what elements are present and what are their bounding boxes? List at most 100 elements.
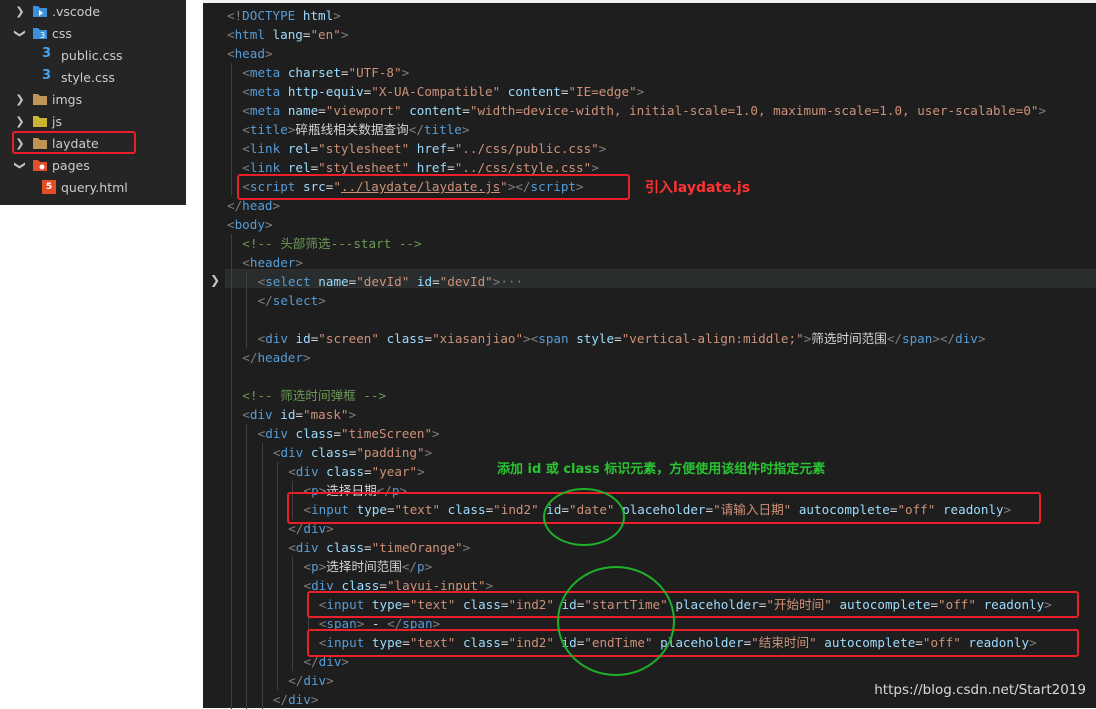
code-token: > bbox=[591, 160, 599, 175]
indent-guide bbox=[246, 272, 248, 348]
code-token: < bbox=[242, 103, 250, 118]
code-token: = bbox=[295, 407, 303, 422]
code-token: = bbox=[318, 103, 326, 118]
code-token: "year" bbox=[371, 464, 418, 479]
file-explorer: ❯ .vscode ❯ 3 css 3 public.css 3 style.c… bbox=[0, 0, 186, 205]
code-token: </ bbox=[886, 331, 903, 346]
tree-item-css[interactable]: ❯ 3 css bbox=[0, 22, 186, 44]
code-token: name bbox=[287, 103, 319, 118]
code-line: </div> bbox=[288, 671, 334, 690]
code-token: < bbox=[288, 540, 296, 555]
code-line: <header> bbox=[242, 253, 303, 272]
code-token: > bbox=[295, 255, 303, 270]
code-token: </ bbox=[227, 198, 243, 213]
code-token: "devId" bbox=[356, 274, 410, 289]
code-token: < bbox=[227, 46, 235, 61]
code-line: <!DOCTYPE html> bbox=[227, 6, 341, 25]
indent-guide bbox=[231, 234, 232, 709]
code-editor[interactable]: ❯ <!DOCTYPE html> <html lang="en"> <head> <… bbox=[203, 0, 1096, 709]
code-token: 筛选时间范围 bbox=[811, 331, 887, 346]
code-line: <body> bbox=[227, 215, 273, 234]
code-token: > bbox=[326, 673, 334, 688]
code-token: header bbox=[249, 255, 296, 270]
tree-item-label: js bbox=[52, 113, 62, 129]
code-token: = bbox=[614, 331, 622, 346]
time-id-circle bbox=[557, 566, 675, 676]
tree-item-label: css bbox=[52, 25, 72, 41]
code-token: span bbox=[902, 331, 933, 346]
code-token: span bbox=[538, 331, 569, 346]
code-token: div bbox=[288, 692, 311, 707]
code-line: <link rel="stylesheet" href="../css/publ… bbox=[242, 139, 606, 158]
code-token: > bbox=[1038, 103, 1047, 118]
code-token: div bbox=[265, 331, 288, 346]
code-token: > bbox=[424, 559, 433, 574]
code-token: class bbox=[326, 540, 365, 555]
code-token: "X-UA-Compatible" bbox=[371, 84, 501, 99]
code-token: meta bbox=[249, 103, 281, 118]
code-token: > bbox=[302, 350, 311, 365]
code-line: <title>碎瓶线相关数据查询</title> bbox=[242, 120, 469, 139]
code-line: <div class="timeOrange"> bbox=[288, 538, 470, 557]
css-file-icon: 3 bbox=[42, 46, 52, 61]
code-token: = bbox=[364, 540, 372, 555]
tree-item-pages[interactable]: ❯ pages bbox=[0, 154, 186, 176]
code-token: = bbox=[333, 426, 342, 441]
code-token: rel bbox=[287, 141, 311, 156]
code-line: <div class="year"> bbox=[288, 462, 425, 481]
code-token: "IE=edge" bbox=[568, 84, 637, 99]
code-token: "timeOrange" bbox=[371, 540, 463, 555]
code-token: < bbox=[227, 27, 235, 42]
code-token: select bbox=[272, 293, 319, 308]
tree-item-style-css[interactable]: 3 style.css bbox=[0, 66, 186, 88]
css-file-icon: 3 bbox=[42, 68, 52, 83]
code-token: id bbox=[295, 331, 311, 346]
chevron-right-icon: ❯ bbox=[15, 92, 25, 106]
code-token: id bbox=[416, 274, 433, 289]
code-token: = bbox=[364, 464, 372, 479]
tree-item-js[interactable]: ❯ js bbox=[0, 110, 186, 132]
tree-item-public-css[interactable]: 3 public.css bbox=[0, 44, 186, 66]
chevron-right-icon: ❯ bbox=[15, 4, 25, 18]
code-token: > bbox=[417, 464, 425, 479]
code-token: > bbox=[432, 426, 440, 441]
code-token: html bbox=[234, 27, 265, 42]
code-token: = bbox=[424, 331, 433, 346]
code-token: title bbox=[423, 122, 462, 137]
code-token: div bbox=[280, 445, 304, 460]
fold-chevron-icon[interactable]: ❯ bbox=[210, 273, 220, 287]
html-file-icon: 5 bbox=[42, 180, 56, 194]
tree-item-label: query.html bbox=[61, 179, 128, 195]
code-token: > bbox=[462, 540, 471, 555]
code-token: < bbox=[242, 65, 250, 80]
tree-item-query-html[interactable]: 5 query.html bbox=[0, 176, 186, 198]
code-token: "timeScreen" bbox=[341, 426, 433, 441]
code-token: div bbox=[303, 673, 327, 688]
code-token: "width=device-width, initial-scale=1.0, … bbox=[469, 103, 1039, 118]
chevron-down-icon: ❯ bbox=[13, 28, 27, 38]
tree-item-vscode[interactable]: ❯ .vscode bbox=[0, 0, 186, 22]
code-token: < bbox=[242, 122, 250, 137]
code-token: </ bbox=[401, 559, 418, 574]
tree-item-imgs[interactable]: ❯ imgs bbox=[0, 88, 186, 110]
code-line: <div id="screen" class="xiasanjiao"><spa… bbox=[258, 329, 986, 348]
code-token: 选择时间范围 bbox=[326, 559, 402, 574]
code-token: div bbox=[295, 464, 319, 479]
code-line: <!-- 头部筛选---start --> bbox=[242, 234, 421, 253]
code-token: "stylesheet" bbox=[318, 141, 410, 156]
code-token: style bbox=[576, 331, 615, 346]
code-token: < bbox=[242, 255, 250, 270]
code-token: "devId" bbox=[439, 274, 493, 289]
code-token: = bbox=[447, 141, 455, 156]
date-id-circle bbox=[543, 488, 625, 546]
code-token: "xiasanjiao" bbox=[432, 331, 524, 346]
include-annotation: 引入laydate.js bbox=[645, 180, 751, 196]
code-token: name bbox=[318, 274, 349, 289]
code-token: ></ bbox=[932, 331, 956, 346]
